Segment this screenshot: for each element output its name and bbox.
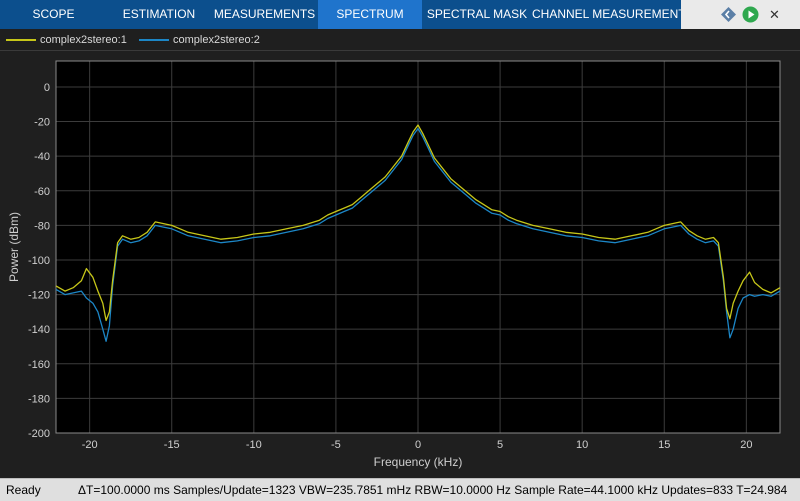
x-tick-label: 10 (576, 439, 588, 451)
y-tick-label: 0 (44, 82, 50, 94)
x-axis-label: Frequency (kHz) (374, 455, 463, 469)
tab-scope[interactable]: SCOPE (0, 0, 107, 29)
y-tick-label: -100 (28, 255, 50, 267)
y-tick-label: -80 (34, 220, 50, 232)
x-tick-label: 5 (497, 439, 503, 451)
y-tick-label: -140 (28, 324, 50, 336)
x-tick-label: 0 (415, 439, 421, 451)
y-tick-label: -60 (34, 186, 50, 198)
y-tick-label: -120 (28, 290, 50, 302)
y-tick-label: -160 (28, 359, 50, 371)
y-axis-label: Power (dBm) (7, 212, 21, 282)
legend-item-1[interactable]: complex2stereo:1 (6, 32, 127, 48)
tab-estimation[interactable]: ESTIMATION (107, 0, 211, 29)
run-controls: ✕ (681, 0, 800, 29)
legend-label: complex2stereo:2 (173, 34, 260, 46)
x-tick-label: -5 (331, 439, 341, 451)
x-tick-label: -15 (164, 439, 180, 451)
y-tick-label: -180 (28, 393, 50, 405)
y-tick-label: -200 (28, 428, 50, 440)
legend-swatch (6, 39, 36, 42)
x-tick-label: -20 (82, 439, 98, 451)
x-tick-label: 20 (740, 439, 752, 451)
tab-channel-measurements[interactable]: CHANNEL MEASUREMENTS (532, 0, 694, 29)
legend-item-2[interactable]: complex2stereo:2 (139, 32, 260, 48)
tab-spectrum[interactable]: SPECTRUM (318, 0, 422, 29)
spectrum-plot[interactable]: 0-20-40-60-80-100-120-140-160-180-200-20… (0, 50, 800, 478)
y-tick-label: -40 (34, 151, 50, 163)
y-tick-label: -20 (34, 117, 50, 129)
close-icon[interactable]: ✕ (765, 5, 784, 24)
x-tick-label: 15 (658, 439, 670, 451)
tab-spectral-mask[interactable]: SPECTRAL MASK (422, 0, 532, 29)
diamond-nav-icon[interactable] (719, 5, 738, 24)
tab-measurements[interactable]: MEASUREMENTS (211, 0, 318, 29)
legend: complex2stereo:1 complex2stereo:2 (0, 29, 800, 51)
run-icon[interactable] (741, 5, 760, 24)
x-tick-label: -10 (246, 439, 262, 451)
status-ready: Ready (6, 483, 41, 497)
status-details: ΔT=100.0000 ms Samples/Update=1323 VBW=2… (78, 483, 788, 497)
status-bar: Ready ΔT=100.0000 ms Samples/Update=1323… (0, 478, 800, 501)
legend-swatch (139, 39, 169, 42)
legend-label: complex2stereo:1 (40, 34, 127, 46)
toolstrip: SCOPE ESTIMATION MEASUREMENTS SPECTRUM S… (0, 0, 800, 29)
